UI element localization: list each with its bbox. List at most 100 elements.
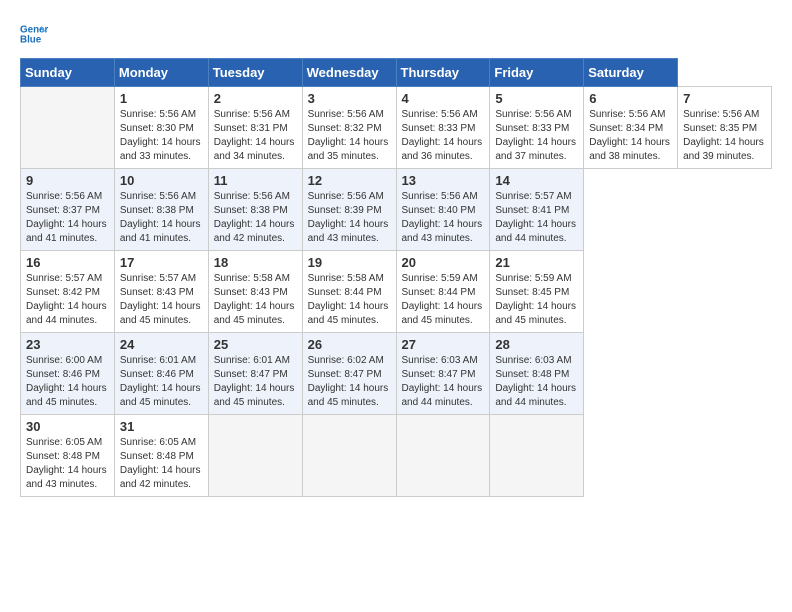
calendar-week-5: 30 Sunrise: 6:05 AMSunset: 8:48 PMDayligh…	[21, 415, 772, 497]
logo: General Blue	[20, 20, 52, 48]
day-info: Sunrise: 5:57 AMSunset: 8:43 PMDaylight:…	[120, 272, 203, 328]
day-info: Sunrise: 5:56 AMSunset: 8:30 PMDaylight:…	[120, 108, 203, 164]
calendar-week-3: 16 Sunrise: 5:57 AMSunset: 8:42 PMDayligh…	[21, 251, 772, 333]
day-number: 3	[308, 91, 391, 106]
calendar-cell	[302, 415, 396, 497]
calendar-cell	[490, 415, 584, 497]
day-info: Sunrise: 6:00 AMSunset: 8:46 PMDaylight:…	[26, 354, 109, 410]
calendar-cell: 21 Sunrise: 5:59 AMSunset: 8:45 PMDayligh…	[490, 251, 584, 333]
calendar-cell-empty	[21, 87, 115, 169]
day-number: 10	[120, 173, 203, 188]
day-info: Sunrise: 5:56 AMSunset: 8:34 PMDaylight:…	[589, 108, 672, 164]
day-number: 14	[495, 173, 578, 188]
day-info: Sunrise: 5:58 AMSunset: 8:44 PMDaylight:…	[308, 272, 391, 328]
column-header-thursday: Thursday	[396, 59, 490, 87]
calendar-cell: 25 Sunrise: 6:01 AMSunset: 8:47 PMDayligh…	[208, 333, 302, 415]
column-header-friday: Friday	[490, 59, 584, 87]
calendar-cell: 14 Sunrise: 5:57 AMSunset: 8:41 PMDayligh…	[490, 169, 584, 251]
day-info: Sunrise: 6:01 AMSunset: 8:46 PMDaylight:…	[120, 354, 203, 410]
day-number: 13	[402, 173, 485, 188]
day-number: 24	[120, 337, 203, 352]
day-number: 30	[26, 419, 109, 434]
calendar-cell: 24 Sunrise: 6:01 AMSunset: 8:46 PMDayligh…	[114, 333, 208, 415]
calendar-cell	[396, 415, 490, 497]
column-header-tuesday: Tuesday	[208, 59, 302, 87]
day-info: Sunrise: 6:05 AMSunset: 8:48 PMDaylight:…	[26, 436, 109, 492]
column-header-wednesday: Wednesday	[302, 59, 396, 87]
day-number: 4	[402, 91, 485, 106]
day-info: Sunrise: 5:56 AMSunset: 8:31 PMDaylight:…	[214, 108, 297, 164]
day-number: 7	[683, 91, 766, 106]
day-number: 23	[26, 337, 109, 352]
calendar-cell: 2 Sunrise: 5:56 AMSunset: 8:31 PMDaylight…	[208, 87, 302, 169]
calendar-cell	[208, 415, 302, 497]
day-number: 12	[308, 173, 391, 188]
day-number: 11	[214, 173, 297, 188]
day-info: Sunrise: 5:59 AMSunset: 8:44 PMDaylight:…	[402, 272, 485, 328]
calendar-cell: 30 Sunrise: 6:05 AMSunset: 8:48 PMDayligh…	[21, 415, 115, 497]
calendar-cell: 1 Sunrise: 5:56 AMSunset: 8:30 PMDaylight…	[114, 87, 208, 169]
day-info: Sunrise: 5:56 AMSunset: 8:38 PMDaylight:…	[214, 190, 297, 246]
calendar-cell: 16 Sunrise: 5:57 AMSunset: 8:42 PMDayligh…	[21, 251, 115, 333]
day-info: Sunrise: 5:56 AMSunset: 8:37 PMDaylight:…	[26, 190, 109, 246]
column-header-sunday: Sunday	[21, 59, 115, 87]
calendar-cell: 17 Sunrise: 5:57 AMSunset: 8:43 PMDayligh…	[114, 251, 208, 333]
day-info: Sunrise: 6:02 AMSunset: 8:47 PMDaylight:…	[308, 354, 391, 410]
calendar-cell: 23 Sunrise: 6:00 AMSunset: 8:46 PMDayligh…	[21, 333, 115, 415]
column-header-monday: Monday	[114, 59, 208, 87]
day-info: Sunrise: 5:56 AMSunset: 8:32 PMDaylight:…	[308, 108, 391, 164]
day-info: Sunrise: 5:59 AMSunset: 8:45 PMDaylight:…	[495, 272, 578, 328]
calendar-cell: 7 Sunrise: 5:56 AMSunset: 8:35 PMDaylight…	[678, 87, 772, 169]
column-header-saturday: Saturday	[584, 59, 678, 87]
svg-text:Blue: Blue	[20, 34, 42, 45]
calendar-cell: 10 Sunrise: 5:56 AMSunset: 8:38 PMDayligh…	[114, 169, 208, 251]
calendar-cell: 27Sunrise: 6:03 AMSunset: 8:47 PMDayligh…	[396, 333, 490, 415]
calendar-cell: 9 Sunrise: 5:56 AMSunset: 8:37 PMDaylight…	[21, 169, 115, 251]
day-number: 27	[402, 337, 485, 352]
day-number: 26	[308, 337, 391, 352]
day-number: 20	[402, 255, 485, 270]
day-number: 18	[214, 255, 297, 270]
day-info: Sunrise: 5:56 AMSunset: 8:35 PMDaylight:…	[683, 108, 766, 164]
day-info: Sunrise: 5:56 AMSunset: 8:39 PMDaylight:…	[308, 190, 391, 246]
calendar-cell: 4 Sunrise: 5:56 AMSunset: 8:33 PMDaylight…	[396, 87, 490, 169]
header-row: SundayMondayTuesdayWednesdayThursdayFrid…	[21, 59, 772, 87]
calendar-cell: 5 Sunrise: 5:56 AMSunset: 8:33 PMDaylight…	[490, 87, 584, 169]
calendar-week-1: 1 Sunrise: 5:56 AMSunset: 8:30 PMDaylight…	[21, 87, 772, 169]
day-number: 1	[120, 91, 203, 106]
day-number: 2	[214, 91, 297, 106]
calendar-week-4: 23 Sunrise: 6:00 AMSunset: 8:46 PMDayligh…	[21, 333, 772, 415]
calendar-cell: 28 Sunrise: 6:03 AMSunset: 8:48 PMDayligh…	[490, 333, 584, 415]
calendar-cell: 20 Sunrise: 5:59 AMSunset: 8:44 PMDayligh…	[396, 251, 490, 333]
day-info: Sunrise: 5:57 AMSunset: 8:41 PMDaylight:…	[495, 190, 578, 246]
calendar-cell: 26 Sunrise: 6:02 AMSunset: 8:47 PMDayligh…	[302, 333, 396, 415]
logo-icon: General Blue	[20, 20, 48, 48]
day-number: 5	[495, 91, 578, 106]
day-number: 21	[495, 255, 578, 270]
day-number: 25	[214, 337, 297, 352]
calendar-cell: 3 Sunrise: 5:56 AMSunset: 8:32 PMDaylight…	[302, 87, 396, 169]
day-number: 16	[26, 255, 109, 270]
day-info: Sunrise: 5:56 AMSunset: 8:33 PMDaylight:…	[495, 108, 578, 164]
page-header: General Blue	[20, 20, 772, 48]
day-number: 28	[495, 337, 578, 352]
calendar-cell: 6 Sunrise: 5:56 AMSunset: 8:34 PMDaylight…	[584, 87, 678, 169]
day-number: 9	[26, 173, 109, 188]
day-number: 17	[120, 255, 203, 270]
day-number: 6	[589, 91, 672, 106]
day-info: Sunrise: 5:57 AMSunset: 8:42 PMDaylight:…	[26, 272, 109, 328]
day-info: Sunrise: 5:58 AMSunset: 8:43 PMDaylight:…	[214, 272, 297, 328]
calendar-table: SundayMondayTuesdayWednesdayThursdayFrid…	[20, 58, 772, 497]
calendar-cell: 18 Sunrise: 5:58 AMSunset: 8:43 PMDayligh…	[208, 251, 302, 333]
calendar-cell: 11 Sunrise: 5:56 AMSunset: 8:38 PMDayligh…	[208, 169, 302, 251]
calendar-cell: 31Sunrise: 6:05 AMSunset: 8:48 PMDayligh…	[114, 415, 208, 497]
day-info: Sunrise: 5:56 AMSunset: 8:38 PMDaylight:…	[120, 190, 203, 246]
day-info: Sunrise: 5:56 AMSunset: 8:33 PMDaylight:…	[402, 108, 485, 164]
calendar-cell: 19 Sunrise: 5:58 AMSunset: 8:44 PMDayligh…	[302, 251, 396, 333]
day-number: 19	[308, 255, 391, 270]
day-info: Sunrise: 6:03 AMSunset: 8:48 PMDaylight:…	[495, 354, 578, 410]
day-info: Sunrise: 5:56 AMSunset: 8:40 PMDaylight:…	[402, 190, 485, 246]
calendar-week-2: 9 Sunrise: 5:56 AMSunset: 8:37 PMDaylight…	[21, 169, 772, 251]
day-info: Sunrise: 6:01 AMSunset: 8:47 PMDaylight:…	[214, 354, 297, 410]
day-number: 31	[120, 419, 203, 434]
